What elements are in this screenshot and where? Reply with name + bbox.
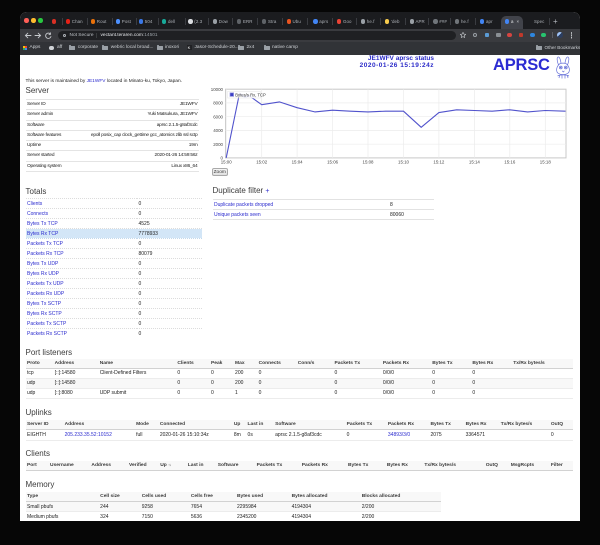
svg-text:15:16: 15:16: [504, 160, 516, 165]
svg-text:2000: 2000: [213, 142, 223, 147]
svg-text:15:12: 15:12: [433, 160, 445, 165]
svg-text:6000: 6000: [213, 115, 223, 120]
svg-text:15:02: 15:02: [256, 160, 268, 165]
svg-text:15:08: 15:08: [362, 160, 374, 165]
svg-text:4000: 4000: [213, 128, 223, 133]
svg-text:15:10: 15:10: [398, 160, 410, 165]
svg-text:15:14: 15:14: [468, 160, 480, 165]
svg-text:8000: 8000: [213, 101, 223, 106]
svg-text:15:04: 15:04: [291, 160, 303, 165]
svg-text:Bytes/s Rx, TCP: Bytes/s Rx, TCP: [235, 92, 266, 97]
svg-text:15:18: 15:18: [539, 160, 551, 165]
svg-text:15:06: 15:06: [327, 160, 339, 165]
svg-text:10000: 10000: [210, 87, 223, 92]
